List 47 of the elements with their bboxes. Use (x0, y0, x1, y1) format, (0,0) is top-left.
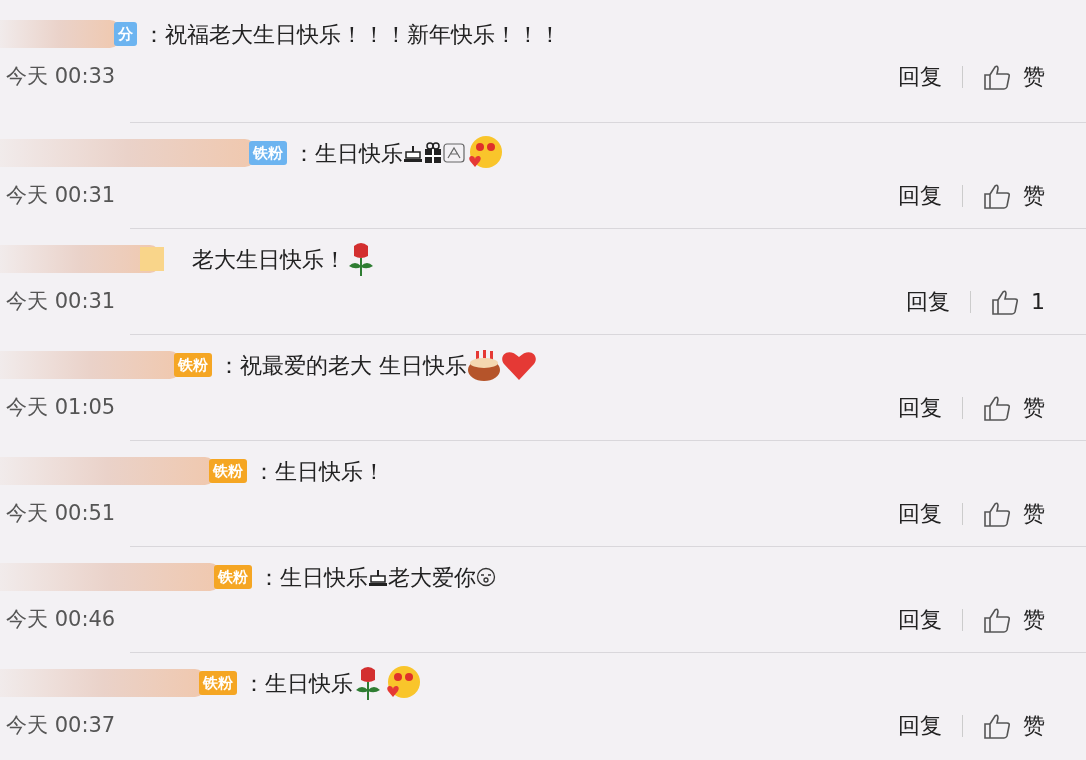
comment-time: 今天 00:46 (6, 605, 116, 633)
comment-text: ：生日快乐 (258, 563, 368, 592)
reply-link[interactable]: 回复 (906, 285, 950, 318)
thumbs-up-icon[interactable] (983, 394, 1011, 421)
comment-text: ：生日快乐！ (253, 457, 385, 486)
comment-time: 今天 00:51 (6, 499, 116, 527)
comment-time: 今天 00:31 (6, 287, 116, 315)
like-link[interactable]: 赞 (1023, 391, 1045, 424)
sketch-icon (443, 142, 465, 164)
thumbs-up-icon[interactable] (983, 500, 1011, 527)
reply-link[interactable]: 回复 (898, 709, 942, 742)
fan-badge: 铁粉 (199, 671, 237, 695)
gift-icon (423, 142, 443, 164)
comment-text: ：生日快乐 (243, 669, 353, 698)
comment-time: 今天 00:33 (6, 62, 116, 90)
fan-badge: 铁粉 (174, 353, 212, 377)
fan-badge: 铁粉 (209, 459, 247, 483)
comment-text: ：祝最爱的老大 生日快乐 (218, 351, 467, 380)
fan-badge: 铁粉 (249, 141, 287, 165)
reply-link[interactable]: 回复 (898, 497, 942, 530)
comment-time: 今天 01:05 (6, 393, 116, 421)
like-link[interactable]: 1 (1031, 285, 1045, 318)
thumbs-up-icon[interactable] (991, 288, 1019, 315)
like-link[interactable]: 赞 (1023, 603, 1045, 636)
reply-link[interactable]: 回复 (898, 60, 942, 93)
reply-link[interactable]: 回复 (898, 179, 942, 212)
reply-link[interactable]: 回复 (898, 391, 942, 424)
thumbs-up-icon[interactable] (983, 63, 1011, 90)
comment-text: ：祝福老大生日快乐！！！新年快乐！！！ (143, 20, 561, 49)
birthday-cake-icon (467, 348, 501, 382)
comment-time: 今天 00:37 (6, 711, 116, 739)
like-link[interactable]: 赞 (1023, 497, 1045, 530)
like-link[interactable]: 赞 (1023, 179, 1045, 212)
reply-link[interactable]: 回复 (898, 603, 942, 636)
heart-icon (501, 349, 537, 381)
like-link[interactable]: 赞 (1023, 60, 1045, 93)
thumbs-up-icon[interactable] (983, 712, 1011, 739)
thumbs-up-icon[interactable] (983, 606, 1011, 633)
thumbs-up-icon[interactable] (983, 182, 1011, 209)
comment-text: ：生日快乐 (293, 139, 403, 168)
comment-time: 今天 00:31 (6, 181, 116, 209)
surprised-face-icon (476, 567, 496, 587)
like-link[interactable]: 赞 (1023, 709, 1045, 742)
comment-text: 老大爱你 (388, 563, 476, 592)
comment-text: 老大生日快乐！ (192, 245, 346, 274)
fan-badge: 铁粉 (214, 565, 252, 589)
fan-badge: 分 (114, 22, 137, 46)
